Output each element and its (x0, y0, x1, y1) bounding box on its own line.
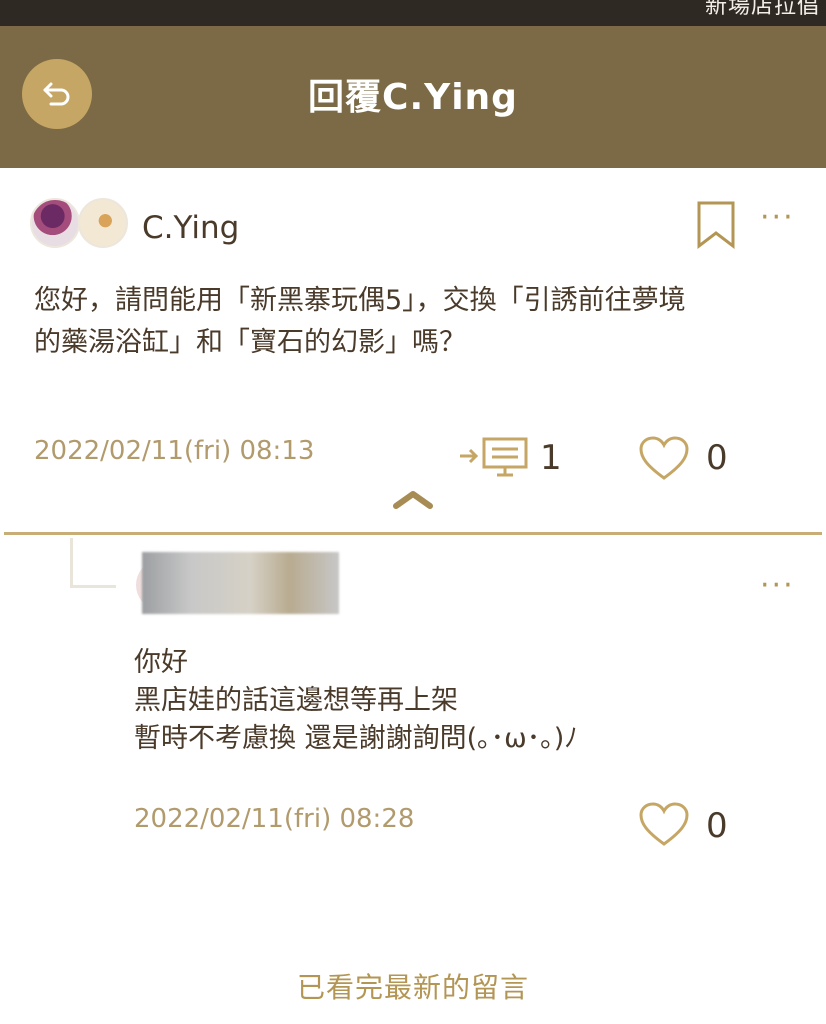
reply-heart-icon[interactable] (638, 802, 690, 848)
reply-timestamp: 2022/02/11(fri) 08:28 (134, 804, 415, 834)
reply-more-options-icon[interactable]: ··· (760, 571, 795, 601)
post-text-line: 您好，請問能用「新黑寨玩偶5」，交換「引誘前往夢境 (34, 285, 686, 316)
page-title: 回覆C.Ying (308, 77, 518, 118)
status-bar-text: 新場店拉倡 (704, 0, 820, 19)
avatar[interactable] (30, 198, 80, 248)
post-text-line: 的藥湯浴缸」和「寶石的幻影」嗎？ (34, 327, 466, 358)
post-timestamp: 2022/02/11(fri) 08:13 (34, 436, 315, 466)
reply-text-line: 暫時不考慮換 還是謝謝詢問(｡･ω･｡)ﾉ (134, 723, 578, 754)
more-options-icon[interactable]: ··· (760, 203, 795, 233)
chevron-up-icon[interactable] (392, 488, 434, 510)
reply-text-line: 你好 (134, 647, 188, 678)
status-bar: 新場店拉倡 (0, 0, 826, 26)
divider (4, 532, 822, 535)
reply-comment-icon[interactable] (458, 434, 532, 478)
heart-icon[interactable] (638, 436, 690, 482)
reply-like-count: 0 (706, 806, 728, 846)
thread-connector (70, 538, 116, 588)
reply-text-line: 黑店娃的話這邊想等再上架 (134, 685, 458, 716)
reply-count: 1 (540, 438, 562, 478)
post-author[interactable]: C.Ying (142, 210, 239, 246)
header-bar: 回覆C.Ying (0, 26, 826, 168)
reply-body: 你好 黑店娃的話這邊想等再上架 暫時不考慮換 還是謝謝詢問(｡･ω･｡)ﾉ (134, 644, 578, 758)
avatar-secondary[interactable] (78, 198, 128, 248)
bookmark-icon[interactable] (696, 200, 736, 250)
like-count: 0 (706, 438, 728, 478)
post-body: 您好，請問能用「新黑寨玩偶5」，交換「引誘前往夢境 的藥湯浴缸」和「寶石的幻影」… (34, 280, 804, 364)
end-of-comments-note: 已看完最新的留言 (296, 971, 529, 1004)
reply-author-blurred[interactable] (142, 552, 339, 614)
